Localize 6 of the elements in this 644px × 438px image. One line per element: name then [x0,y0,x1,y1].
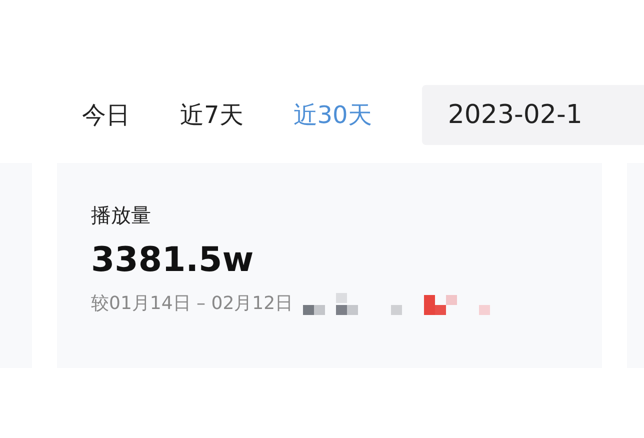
date-field[interactable]: 2023-02-1 [422,85,644,145]
period-tab[interactable]: 今日 [82,85,130,145]
period-tab[interactable]: 近7天 [180,85,244,145]
compare-period: 较01月14日 – 02月12日 [91,292,294,316]
stat-value: 3381.5w [91,240,254,280]
stat-title: 播放量 [91,203,151,227]
